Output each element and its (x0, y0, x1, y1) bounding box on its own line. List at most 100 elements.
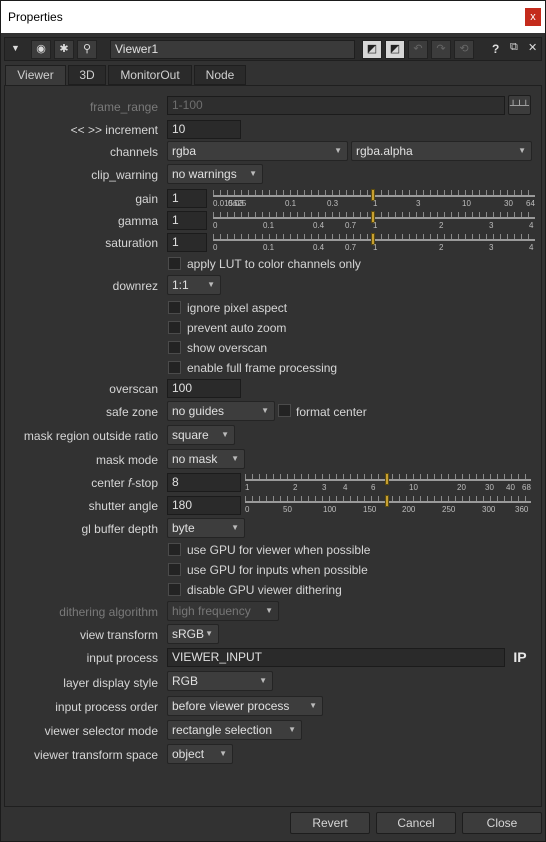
tick-label: 0.4 (313, 243, 325, 252)
gl-buffer-depth-dropdown[interactable]: byte ▼ (167, 518, 245, 538)
chevron-down-icon: ▼ (334, 146, 342, 155)
full-frame-processing-checkbox[interactable] (168, 361, 181, 374)
viewer-selector-mode-dropdown[interactable]: rectangle selection ▼ (167, 720, 302, 740)
footer-bar: Revert Cancel Close (4, 809, 542, 841)
clip-warning-value: no warnings (172, 167, 237, 181)
center-fstop-label-pre: center (91, 476, 128, 490)
tick-label: 150 (363, 505, 377, 514)
tick-label: 0.4 (313, 221, 325, 230)
tick-label: 250 (442, 505, 456, 514)
tick-label: 0 (213, 243, 218, 252)
mask-mode-dropdown[interactable]: no mask ▼ (167, 449, 245, 469)
tick-label: 0.1 (263, 243, 275, 252)
ignore-pixel-aspect-label: ignore pixel aspect (187, 301, 288, 315)
channels-dropdown[interactable]: rgba ▼ (167, 141, 348, 161)
undo-icon[interactable]: ↶ (408, 40, 428, 59)
target-icon[interactable]: ◉ (31, 40, 51, 59)
wrench-icon[interactable]: ⚲ (77, 40, 97, 59)
tick-label: 0.03 (228, 199, 244, 208)
channels-label: channels (109, 145, 158, 159)
ip-badge[interactable]: IP (508, 646, 532, 668)
shutter-angle-input[interactable]: 180 (167, 496, 241, 515)
redo-icon[interactable]: ↷ (431, 40, 451, 59)
gl-buffer-depth-label: gl buffer depth (81, 522, 158, 536)
show-overscan-checkbox[interactable] (168, 341, 181, 354)
tick-label: 30 (485, 483, 494, 492)
mask-region-value: square (172, 428, 209, 442)
input-process-input[interactable]: VIEWER_INPUT (167, 648, 505, 667)
tick-label: 0.1 (263, 221, 275, 230)
layer-display-style-dropdown[interactable]: RGB ▼ (167, 671, 273, 691)
tick-label: 360 (515, 505, 529, 514)
frame-range-input[interactable]: 1-100 (167, 96, 505, 115)
saturation-slider[interactable]: 0 0.1 0.4 0.7 1 2 3 4 (213, 232, 535, 254)
window-title: Properties (8, 10, 63, 24)
gain-input[interactable]: 1 (167, 189, 207, 208)
node-name-field[interactable]: Viewer1 (110, 40, 355, 59)
apply-lut-checkbox[interactable] (168, 257, 181, 270)
chevron-down-icon: ▼ (231, 454, 239, 463)
gain-slider[interactable]: 0.015625 0.03 0.1 0.3 1 3 10 30 64 (213, 188, 535, 210)
layer-display-style-label: layer display style (63, 676, 158, 690)
tab-3d[interactable]: 3D (68, 65, 106, 85)
format-center-label: format center (296, 405, 367, 419)
tab-viewer[interactable]: Viewer (5, 65, 66, 86)
center-fstop-input[interactable]: 8 (167, 473, 241, 492)
increment-input[interactable]: 10 (167, 120, 241, 139)
chevron-down-icon: ▼ (207, 280, 215, 289)
collapse-triangle-icon[interactable]: ▼ (11, 43, 20, 53)
viewer-tab-panel: frame_range 1-100 ┴┴┴ << >> increment 10… (4, 85, 542, 807)
full-frame-processing-label: enable full frame processing (187, 361, 338, 375)
dithering-algorithm-dropdown[interactable]: high frequency ▼ (167, 601, 279, 621)
ignore-pixel-aspect-checkbox[interactable] (168, 301, 181, 314)
tick-label: 40 (506, 483, 515, 492)
mask-region-dropdown[interactable]: square ▼ (167, 425, 235, 445)
tick-label: 3 (489, 221, 494, 230)
tab-monitorout[interactable]: MonitorOut (108, 65, 192, 85)
gpu-dithering-checkbox[interactable] (168, 583, 181, 596)
slider-handle[interactable] (385, 473, 389, 485)
gpu-inputs-checkbox[interactable] (168, 563, 181, 576)
chevron-down-icon: ▼ (288, 725, 296, 734)
frame-range-ruler-icon[interactable]: ┴┴┴ (508, 95, 531, 115)
title-bar: Properties x (1, 1, 545, 33)
overscan-label: overscan (109, 382, 158, 396)
input-b-icon[interactable]: ◩ (385, 40, 405, 59)
prevent-auto-zoom-checkbox[interactable] (168, 321, 181, 334)
saturation-input[interactable]: 1 (167, 233, 207, 252)
revert-icon[interactable]: ⟲ (454, 40, 474, 59)
safe-zone-dropdown[interactable]: no guides ▼ (167, 401, 275, 421)
gamma-input[interactable]: 1 (167, 211, 207, 230)
input-process-order-dropdown[interactable]: before viewer process ▼ (167, 696, 323, 716)
clip-warning-dropdown[interactable]: no warnings ▼ (167, 164, 263, 184)
format-center-checkbox[interactable] (278, 404, 291, 417)
gpu-viewer-checkbox[interactable] (168, 543, 181, 556)
slider-handle[interactable] (385, 495, 389, 507)
show-overscan-label: show overscan (187, 341, 268, 355)
cancel-button[interactable]: Cancel (376, 812, 456, 834)
input-a-icon[interactable]: ◩ (362, 40, 382, 59)
center-fstop-slider[interactable]: 1 2 3 4 6 10 20 30 40 68 (245, 472, 531, 494)
view-transform-dropdown[interactable]: sRGB ▼ (167, 624, 219, 644)
downrez-value: 1:1 (172, 278, 189, 292)
gamma-slider[interactable]: 0 0.1 0.4 0.7 1 2 3 4 (213, 210, 535, 232)
revert-button[interactable]: Revert (290, 812, 370, 834)
properties-window: Properties x ▼ ◉ ✱ ⚲ Viewer1 ◩ ◩ ↶ ↷ ⟲ ?… (0, 0, 546, 842)
alpha-channel-dropdown[interactable]: rgba.alpha ▼ (351, 141, 532, 161)
viewer-transform-space-dropdown[interactable]: object ▼ (167, 744, 233, 764)
overscan-input[interactable]: 100 (167, 379, 241, 398)
tab-node[interactable]: Node (194, 65, 246, 85)
shutter-angle-slider[interactable]: 0 50 100 150 200 250 300 360 (245, 494, 531, 516)
gl-buffer-depth-value: byte (172, 521, 195, 535)
close-panel-icon[interactable]: ✕ (528, 41, 537, 54)
float-icon[interactable]: ⧉ (510, 41, 518, 54)
close-button[interactable]: Close (462, 812, 542, 834)
tick-label: 1 (373, 199, 378, 208)
channels-value: rgba (172, 144, 197, 158)
node-graph-icon[interactable]: ✱ (54, 40, 74, 59)
help-icon[interactable]: ? (492, 42, 499, 56)
tick-label: 2 (293, 483, 298, 492)
downrez-dropdown[interactable]: 1:1 ▼ (167, 275, 221, 295)
close-window-button[interactable]: x (525, 8, 541, 26)
input-process-order-value: before viewer process (172, 699, 290, 713)
